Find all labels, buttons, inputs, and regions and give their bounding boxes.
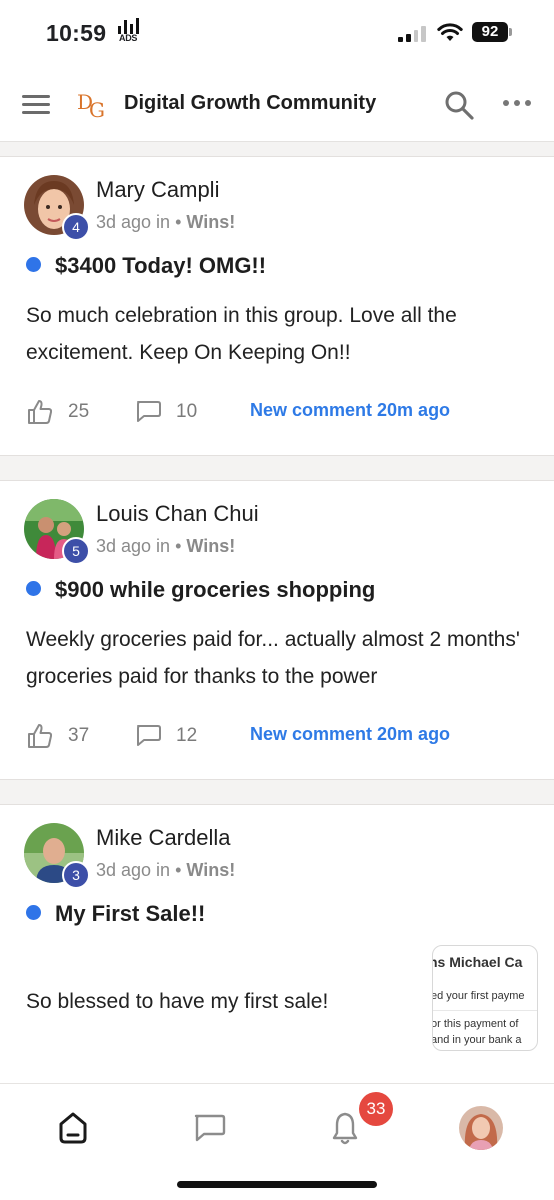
home-icon[interactable] <box>53 1108 93 1148</box>
post-body: Weekly groceries paid for... actually al… <box>26 628 520 688</box>
unread-dot <box>26 581 41 596</box>
status-time: 10:59 <box>46 20 107 46</box>
meta-separator: • <box>175 212 182 232</box>
post-actions: 37 12 New comment 20m ago <box>26 721 526 751</box>
post-title[interactable]: $3400 Today! OMG!! <box>26 253 266 279</box>
cellular-signal-icon <box>398 26 426 42</box>
community-title[interactable]: Digital Growth Community <box>124 92 376 115</box>
ads-indicator-icon: ADS <box>118 18 148 46</box>
post-meta: 3d ago in • Wins! <box>96 536 235 557</box>
wifi-icon <box>437 23 463 41</box>
post-meta: 3d ago in • Wins! <box>96 860 235 881</box>
comment-icon <box>137 401 161 422</box>
post-body: So blessed to have my first sale! <box>26 990 329 1013</box>
unread-dot <box>26 257 41 272</box>
profile-avatar[interactable] <box>459 1106 503 1150</box>
battery-level: 92 <box>472 22 508 42</box>
bottom-navigation: 33 <box>0 1083 554 1200</box>
more-options-icon[interactable] <box>503 100 533 110</box>
like-count: 37 <box>68 725 90 746</box>
like-button[interactable]: 37 <box>26 721 89 751</box>
comment-button[interactable]: 10 <box>134 397 197 427</box>
post-time: 3d ago in <box>96 536 171 556</box>
level-badge: 5 <box>62 537 90 565</box>
post-time: 3d ago in <box>96 860 171 880</box>
profile-avatar-image <box>459 1106 503 1150</box>
post-category[interactable]: Wins! <box>186 860 235 880</box>
unread-dot <box>26 905 41 920</box>
new-comment-link[interactable]: New comment 20m ago <box>250 400 450 421</box>
post-category[interactable]: Wins! <box>186 536 235 556</box>
like-button[interactable]: 25 <box>26 397 89 427</box>
status-bar: 10:59 ADS 92 <box>0 0 554 62</box>
author-name[interactable]: Mary Campli <box>96 177 219 203</box>
author-avatar[interactable]: 3 <box>24 823 90 889</box>
comment-button[interactable]: 12 <box>134 721 197 751</box>
home-indicator <box>177 1181 377 1188</box>
notification-count-badge: 33 <box>359 1092 393 1126</box>
app-header: D G Digital Growth Community <box>0 62 554 142</box>
chat-icon[interactable] <box>189 1108 229 1148</box>
search-icon[interactable] <box>443 89 475 121</box>
like-count: 25 <box>68 401 90 422</box>
community-logo: D G <box>77 90 105 122</box>
post-body: So much celebration in this group. Love … <box>26 304 457 364</box>
level-badge: 4 <box>62 213 90 241</box>
comment-icon <box>137 725 161 746</box>
author-name[interactable]: Louis Chan Chui <box>96 501 259 527</box>
comment-count: 12 <box>176 725 198 746</box>
thumbs-up-icon <box>28 724 53 748</box>
ads-label: ADS <box>119 33 138 43</box>
level-badge: 3 <box>62 861 90 889</box>
comment-count: 10 <box>176 401 198 422</box>
meta-separator: • <box>175 860 182 880</box>
post-card[interactable]: 4 Mary Campli 3d ago in • Wins! $3400 To… <box>0 156 554 456</box>
meta-separator: • <box>175 536 182 556</box>
author-name[interactable]: Mike Cardella <box>96 825 231 851</box>
battery-tip <box>509 28 512 36</box>
post-card[interactable]: 5 Louis Chan Chui 3d ago in • Wins! $900… <box>0 480 554 780</box>
post-meta: 3d ago in • Wins! <box>96 212 235 233</box>
thumbs-up-icon <box>28 400 53 424</box>
post-time: 3d ago in <box>96 212 171 232</box>
post-category[interactable]: Wins! <box>186 212 235 232</box>
author-avatar[interactable]: 4 <box>24 175 90 241</box>
post-actions: 25 10 New comment 20m ago <box>26 397 526 427</box>
post-card[interactable]: 3 Mike Cardella 3d ago in • Wins! My Fir… <box>0 804 554 1094</box>
post-title[interactable]: $900 while groceries shopping <box>26 577 375 603</box>
post-image-thumbnail[interactable]: ns Michael Ca ed your first payme or thi… <box>432 945 538 1051</box>
hamburger-menu-icon[interactable] <box>22 95 50 115</box>
post-title[interactable]: My First Sale!! <box>26 901 205 927</box>
author-avatar[interactable]: 5 <box>24 499 90 565</box>
new-comment-link[interactable]: New comment 20m ago <box>250 724 450 745</box>
